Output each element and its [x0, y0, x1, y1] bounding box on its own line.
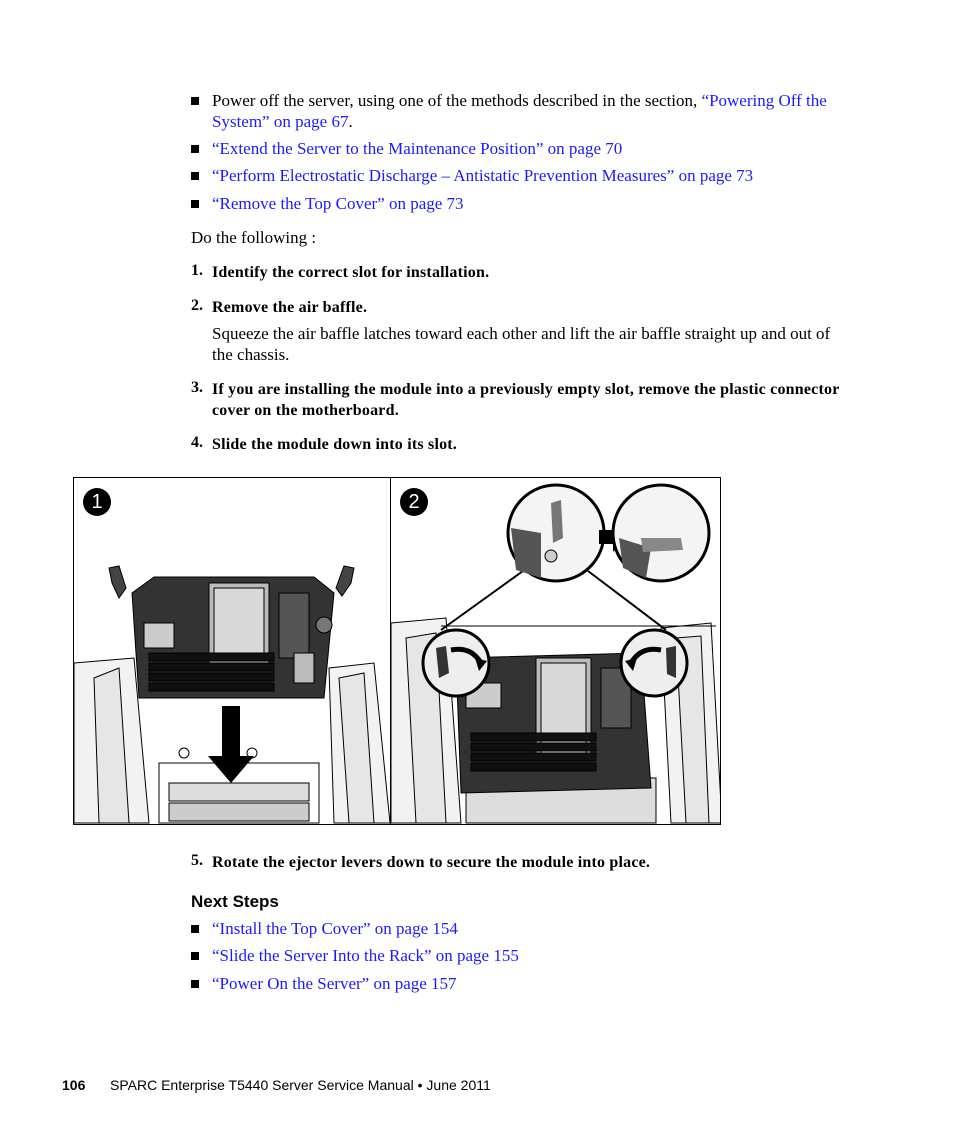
bullet-icon	[191, 97, 201, 107]
step-number: 3.	[191, 379, 203, 396]
lever-after-callout	[611, 483, 711, 583]
manual-title: SPARC Enterprise T5440 Server Service Ma…	[110, 1077, 414, 1093]
footer-separator: •	[417, 1077, 423, 1093]
step-number: 4.	[191, 434, 203, 451]
step-number: 2.	[191, 297, 203, 314]
bullet-icon	[191, 925, 201, 935]
bullet-icon	[191, 172, 201, 182]
step-text: Slide the module down into its slot.	[212, 436, 458, 453]
lever-before-callout	[506, 483, 606, 583]
next-step-item: “Install the Top Cover” on page 154	[212, 918, 842, 939]
right-lever-callout	[619, 628, 689, 698]
prerequisite-suffix: .	[348, 112, 353, 131]
step-text: Rotate the ejector levers down to secure…	[212, 854, 651, 871]
publish-date: June 2011	[426, 1077, 491, 1093]
step-number: 1.	[191, 262, 203, 279]
link-install-top-cover[interactable]: “Install the Top Cover” on page 154	[212, 919, 458, 938]
step-detail: Squeeze the air baffle latches toward ea…	[212, 324, 831, 364]
bullet-icon	[191, 952, 201, 962]
next-step-item: “Power On the Server” on page 157	[212, 973, 842, 994]
next-step-item: “Slide the Server Into the Rack” on page…	[212, 945, 842, 966]
intro-text: Do the following :	[191, 228, 317, 247]
next-steps-heading: Next Steps	[191, 892, 279, 911]
ejector-levers-illustration	[390, 483, 720, 824]
step-badge-2: 2	[400, 488, 428, 516]
prerequisite-item: “Remove the Top Cover” on page 73	[212, 193, 842, 214]
link-slide-server-into-rack[interactable]: “Slide the Server Into the Rack” on page…	[212, 946, 519, 965]
figure-panel-2: 2	[390, 478, 720, 824]
figure-panel-1: 1	[74, 478, 391, 824]
prerequisite-item: “Extend the Server to the Maintenance Po…	[212, 138, 842, 159]
module-insertion-illustration	[74, 565, 391, 824]
prerequisite-item: Power off the server, using one of the m…	[212, 90, 842, 132]
link-electrostatic-discharge[interactable]: “Perform Electrostatic Discharge – Antis…	[212, 166, 753, 185]
step-badge-1: 1	[83, 488, 111, 516]
link-remove-top-cover[interactable]: “Remove the Top Cover” on page 73	[212, 194, 464, 213]
link-extend-server[interactable]: “Extend the Server to the Maintenance Po…	[212, 139, 622, 158]
bullet-icon	[191, 200, 201, 210]
prerequisite-text: Power off the server, using one of the m…	[212, 91, 702, 110]
page-number: 106	[62, 1077, 86, 1093]
step-text: Identify the correct slot for installati…	[212, 264, 490, 281]
footer-text: SPARC Enterprise T5440 Server Service Ma…	[110, 1077, 491, 1093]
bullet-icon	[191, 145, 201, 155]
bullet-icon	[191, 980, 201, 990]
step-number: 5.	[191, 852, 203, 869]
left-lever-callout	[421, 628, 491, 698]
installation-figure: 1 2	[73, 477, 721, 825]
link-power-on-server[interactable]: “Power On the Server” on page 157	[212, 974, 457, 993]
prerequisite-item: “Perform Electrostatic Discharge – Antis…	[212, 165, 842, 186]
step-text: If you are installing the module into a …	[212, 381, 840, 419]
step-text: Remove the air baffle.	[212, 299, 368, 316]
